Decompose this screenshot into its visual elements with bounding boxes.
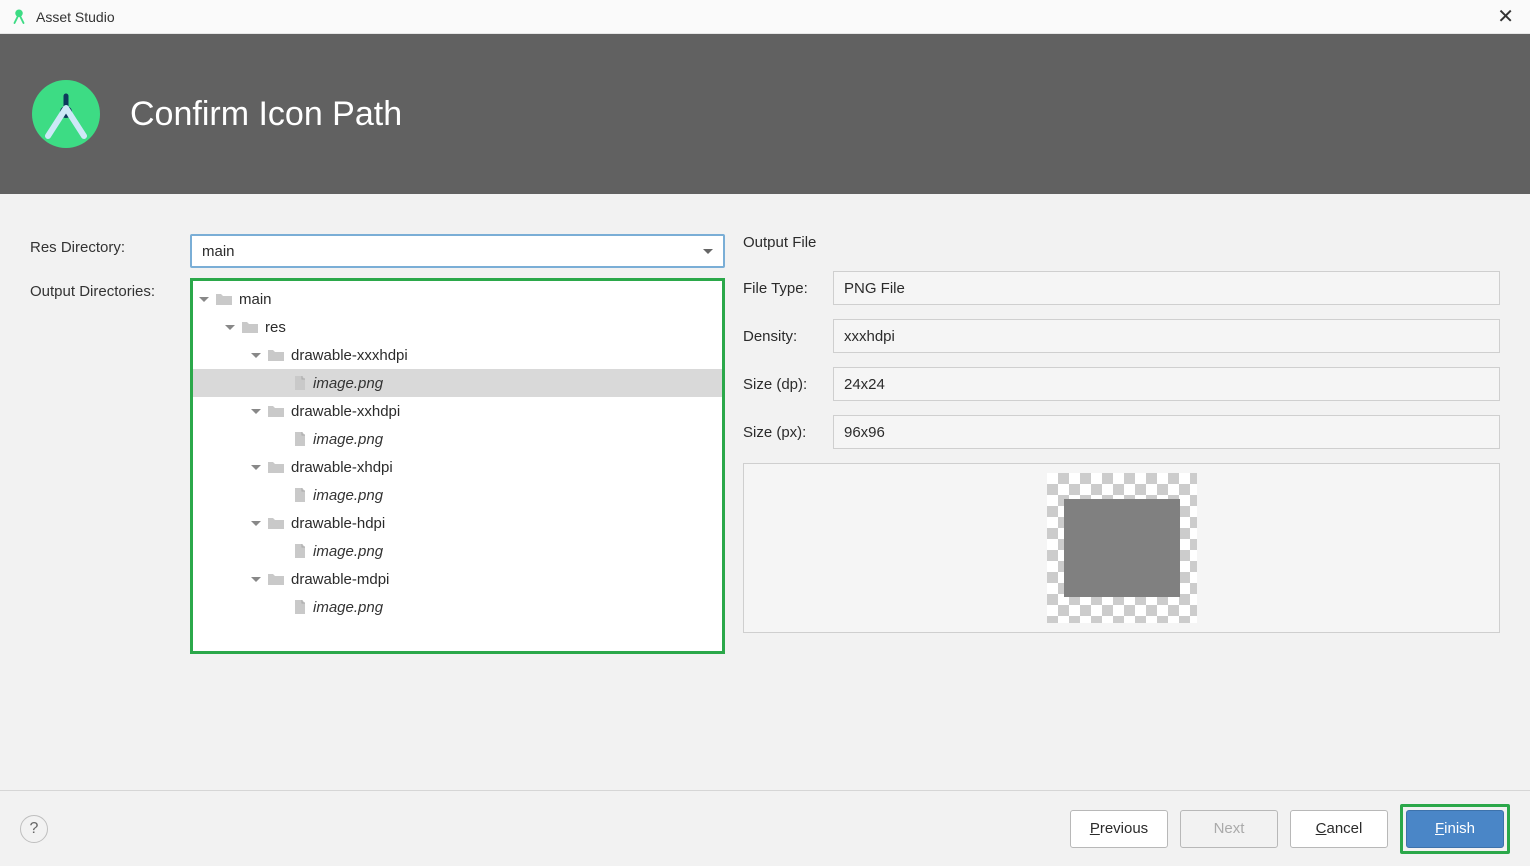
density-label: Density:	[743, 328, 833, 345]
tree-node-label: drawable-xxhdpi	[291, 403, 400, 420]
tree-node-label: main	[239, 291, 272, 308]
folder-icon	[215, 292, 233, 306]
titlebar: Asset Studio ✕	[0, 0, 1530, 34]
close-button[interactable]: ✕	[1497, 4, 1514, 29]
tree-row[interactable]: drawable-hdpi	[193, 509, 722, 537]
size-px-value: 96x96	[833, 415, 1500, 449]
folder-icon	[267, 460, 285, 474]
tree-expander-icon[interactable]	[199, 297, 209, 302]
file-icon	[293, 375, 307, 391]
folder-icon	[267, 348, 285, 362]
tree-node-label: drawable-hdpi	[291, 515, 385, 532]
tree-expander-icon[interactable]	[251, 465, 261, 470]
finish-button[interactable]: Finish	[1406, 810, 1504, 848]
tree-node-label: drawable-mdpi	[291, 571, 389, 588]
chevron-down-icon	[703, 249, 713, 254]
folder-icon	[267, 516, 285, 530]
next-button: Next	[1180, 810, 1278, 848]
size-px-label: Size (px):	[743, 424, 833, 441]
folder-icon	[267, 404, 285, 418]
tree-row[interactable]: image.png	[193, 369, 722, 397]
size-dp-label: Size (dp):	[743, 376, 833, 393]
file-type-label: File Type:	[743, 280, 833, 297]
tree-expander-icon[interactable]	[251, 409, 261, 414]
file-icon	[293, 599, 307, 615]
tree-row[interactable]: image.png	[193, 593, 722, 621]
icon-preview	[743, 463, 1500, 633]
help-button[interactable]: ?	[20, 815, 48, 843]
tree-row[interactable]: res	[193, 313, 722, 341]
tree-node-label: image.png	[313, 487, 383, 504]
tree-node-label: res	[265, 319, 286, 336]
tree-row[interactable]: image.png	[193, 425, 722, 453]
res-directory-value: main	[202, 243, 703, 260]
page-title: Confirm Icon Path	[130, 95, 402, 134]
tree-node-label: image.png	[313, 599, 383, 616]
file-type-value: PNG File	[833, 271, 1500, 305]
window-title: Asset Studio	[36, 9, 115, 25]
previous-button[interactable]: Previous	[1070, 810, 1168, 848]
output-directories-tree[interactable]: main res drawable-xxxhdpi image.png drawable…	[190, 278, 725, 654]
next-label: Next	[1214, 820, 1245, 837]
file-icon	[293, 543, 307, 559]
help-icon: ?	[30, 820, 39, 838]
output-file-heading: Output File	[743, 234, 1500, 251]
density-value: xxxhdpi	[833, 319, 1500, 353]
file-icon	[293, 487, 307, 503]
cancel-button[interactable]: Cancel	[1290, 810, 1388, 848]
tree-expander-icon[interactable]	[251, 521, 261, 526]
tree-row[interactable]: drawable-xxxhdpi	[193, 341, 722, 369]
tree-node-label: image.png	[313, 431, 383, 448]
file-icon	[293, 431, 307, 447]
content-area: Res Directory: main Output Directories: …	[0, 194, 1530, 790]
tree-row[interactable]: drawable-xhdpi	[193, 453, 722, 481]
tree-expander-icon[interactable]	[251, 353, 261, 358]
checkerboard-icon	[1047, 473, 1197, 623]
previous-label-rest: revious	[1100, 820, 1148, 837]
res-directory-label: Res Directory:	[30, 234, 190, 256]
tree-row[interactable]: image.png	[193, 481, 722, 509]
android-studio-logo-icon	[30, 78, 102, 150]
folder-icon	[267, 572, 285, 586]
tree-node-label: drawable-xhdpi	[291, 459, 393, 476]
finish-highlight: Finish	[1400, 804, 1510, 854]
footer: ? Previous Next Cancel Finish	[0, 790, 1530, 866]
tree-row[interactable]: main	[193, 285, 722, 313]
android-studio-icon	[10, 8, 28, 26]
tree-node-label: image.png	[313, 375, 383, 392]
size-dp-value: 24x24	[833, 367, 1500, 401]
banner: Confirm Icon Path	[0, 34, 1530, 194]
tree-expander-icon[interactable]	[225, 325, 235, 330]
tree-node-label: drawable-xxxhdpi	[291, 347, 408, 364]
cancel-label-rest: ancel	[1326, 820, 1362, 837]
tree-expander-icon[interactable]	[251, 577, 261, 582]
tree-row[interactable]: drawable-mdpi	[193, 565, 722, 593]
tree-node-label: image.png	[313, 543, 383, 560]
res-directory-dropdown[interactable]: main	[190, 234, 725, 268]
finish-label-rest: inish	[1444, 820, 1475, 837]
tree-row[interactable]: drawable-xxhdpi	[193, 397, 722, 425]
folder-icon	[241, 320, 259, 334]
output-directories-label: Output Directories:	[30, 278, 190, 300]
tree-row[interactable]: image.png	[193, 537, 722, 565]
